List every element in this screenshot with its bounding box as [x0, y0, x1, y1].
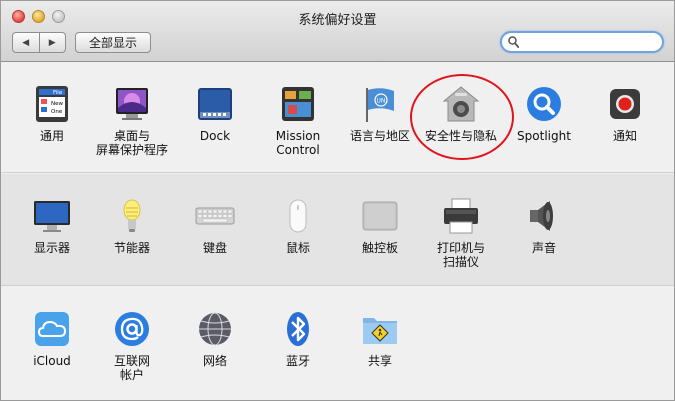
- pref-label: 键盘: [202, 241, 227, 255]
- pref-notifications[interactable]: 通知: [585, 84, 665, 143]
- pref-label: Mission Control: [275, 129, 321, 157]
- pref-label: 语言与地区: [349, 129, 410, 143]
- pref-sound[interactable]: 声音: [504, 196, 584, 255]
- pref-label: Dock: [199, 129, 231, 143]
- pref-icloud[interactable]: iCloud: [12, 309, 92, 368]
- pref-general[interactable]: File New One 通用: [12, 84, 92, 143]
- at-icon: [115, 312, 149, 346]
- pref-label: 显示器: [33, 241, 70, 255]
- search-icon: [508, 36, 519, 48]
- svg-text:One: One: [51, 109, 63, 115]
- search-input[interactable]: [522, 34, 654, 52]
- search-field[interactable]: [500, 31, 664, 53]
- forward-arrow-icon: ▶: [48, 37, 56, 48]
- house-lock-icon: [442, 86, 480, 122]
- notification-icon: [610, 89, 640, 119]
- magnifier-icon: [527, 87, 561, 121]
- pref-label: 网络: [202, 354, 227, 368]
- pref-security-privacy[interactable]: 安全性与隐私: [421, 84, 501, 143]
- mission-control-icon: [282, 87, 314, 121]
- pref-label: 声音: [531, 241, 556, 255]
- hardware-section: 显示器 节能器 键盘 鼠标 触控板 打印机与 扫描仪 声音: [1, 174, 674, 286]
- pref-internet-accounts[interactable]: 互联网 帐户: [92, 309, 172, 382]
- window-title: 系统偏好设置: [298, 13, 377, 28]
- sharing-folder-icon: [363, 318, 397, 344]
- monitor-icon: [34, 201, 70, 232]
- pref-printers-scanners[interactable]: 打印机与 扫描仪: [421, 196, 501, 269]
- pref-label: iCloud: [33, 354, 71, 368]
- internet-section: iCloud 互联网 帐户 网络 蓝牙 共享: [1, 287, 674, 400]
- pref-language-region[interactable]: UN 语言与地区: [340, 84, 420, 143]
- pref-label: 鼠标: [285, 241, 310, 255]
- mouse-icon: [289, 199, 307, 233]
- back-forward-control: ◀ ▶: [12, 32, 66, 53]
- dock-icon: [198, 88, 232, 120]
- speaker-icon: [530, 201, 553, 231]
- pref-network[interactable]: 网络: [175, 309, 255, 368]
- personal-section: File New One 通用 桌面与 屏幕保护程序 Dock Mission …: [1, 62, 674, 173]
- pref-mouse[interactable]: 鼠标: [258, 196, 338, 255]
- general-icon: File New One: [36, 86, 68, 122]
- pref-energy-saver[interactable]: 节能器: [92, 196, 172, 255]
- bulb-icon: [123, 199, 141, 232]
- pref-trackpad[interactable]: 触控板: [340, 196, 420, 255]
- pref-spotlight[interactable]: Spotlight: [504, 84, 584, 143]
- svg-text:UN: UN: [377, 98, 386, 105]
- pref-label: 通用: [39, 129, 64, 143]
- pref-label: 通知: [612, 129, 637, 143]
- pref-label: Spotlight: [517, 129, 571, 143]
- globe-icon: [199, 312, 231, 346]
- pref-label: 蓝牙: [285, 354, 310, 368]
- pref-desktop-screensaver[interactable]: 桌面与 屏幕保护程序: [92, 84, 172, 157]
- svg-text:New: New: [51, 101, 63, 107]
- back-arrow-icon: ◀: [22, 37, 30, 48]
- pref-label: 打印机与 扫描仪: [436, 241, 485, 269]
- back-button[interactable]: ◀: [13, 33, 39, 52]
- printer-icon: [444, 198, 478, 234]
- desktop-icon: [116, 88, 148, 120]
- show-all-button[interactable]: 全部显示: [75, 32, 151, 53]
- pref-label: 节能器: [113, 241, 150, 255]
- svg-text:File: File: [53, 90, 63, 96]
- pref-label: 触控板: [361, 241, 398, 255]
- pref-keyboard[interactable]: 键盘: [175, 196, 255, 255]
- flag-icon: UN: [366, 88, 394, 122]
- toolbar: 系统偏好设置 ◀ ▶ 全部显示: [1, 1, 674, 62]
- pref-dock[interactable]: Dock: [175, 84, 255, 143]
- pref-label: 互联网 帐户: [113, 354, 150, 382]
- keyboard-icon: [195, 207, 235, 225]
- pref-mission-control[interactable]: Mission Control: [258, 84, 338, 157]
- forward-button[interactable]: ▶: [38, 33, 66, 52]
- pref-label: 共享: [367, 354, 392, 368]
- pref-bluetooth[interactable]: 蓝牙: [258, 309, 338, 368]
- pref-label: 桌面与 屏幕保护程序: [95, 129, 168, 157]
- pref-displays[interactable]: 显示器: [12, 196, 92, 255]
- bluetooth-icon: [287, 312, 309, 346]
- system-preferences-window: 系统偏好设置 ◀ ▶ 全部显示 File New One 通用 桌面与 屏幕保护…: [0, 0, 675, 401]
- pref-label: 安全性与隐私: [424, 129, 497, 143]
- cloud-icon: [35, 312, 69, 346]
- pref-sharing[interactable]: 共享: [340, 309, 420, 368]
- trackpad-icon: [362, 201, 398, 231]
